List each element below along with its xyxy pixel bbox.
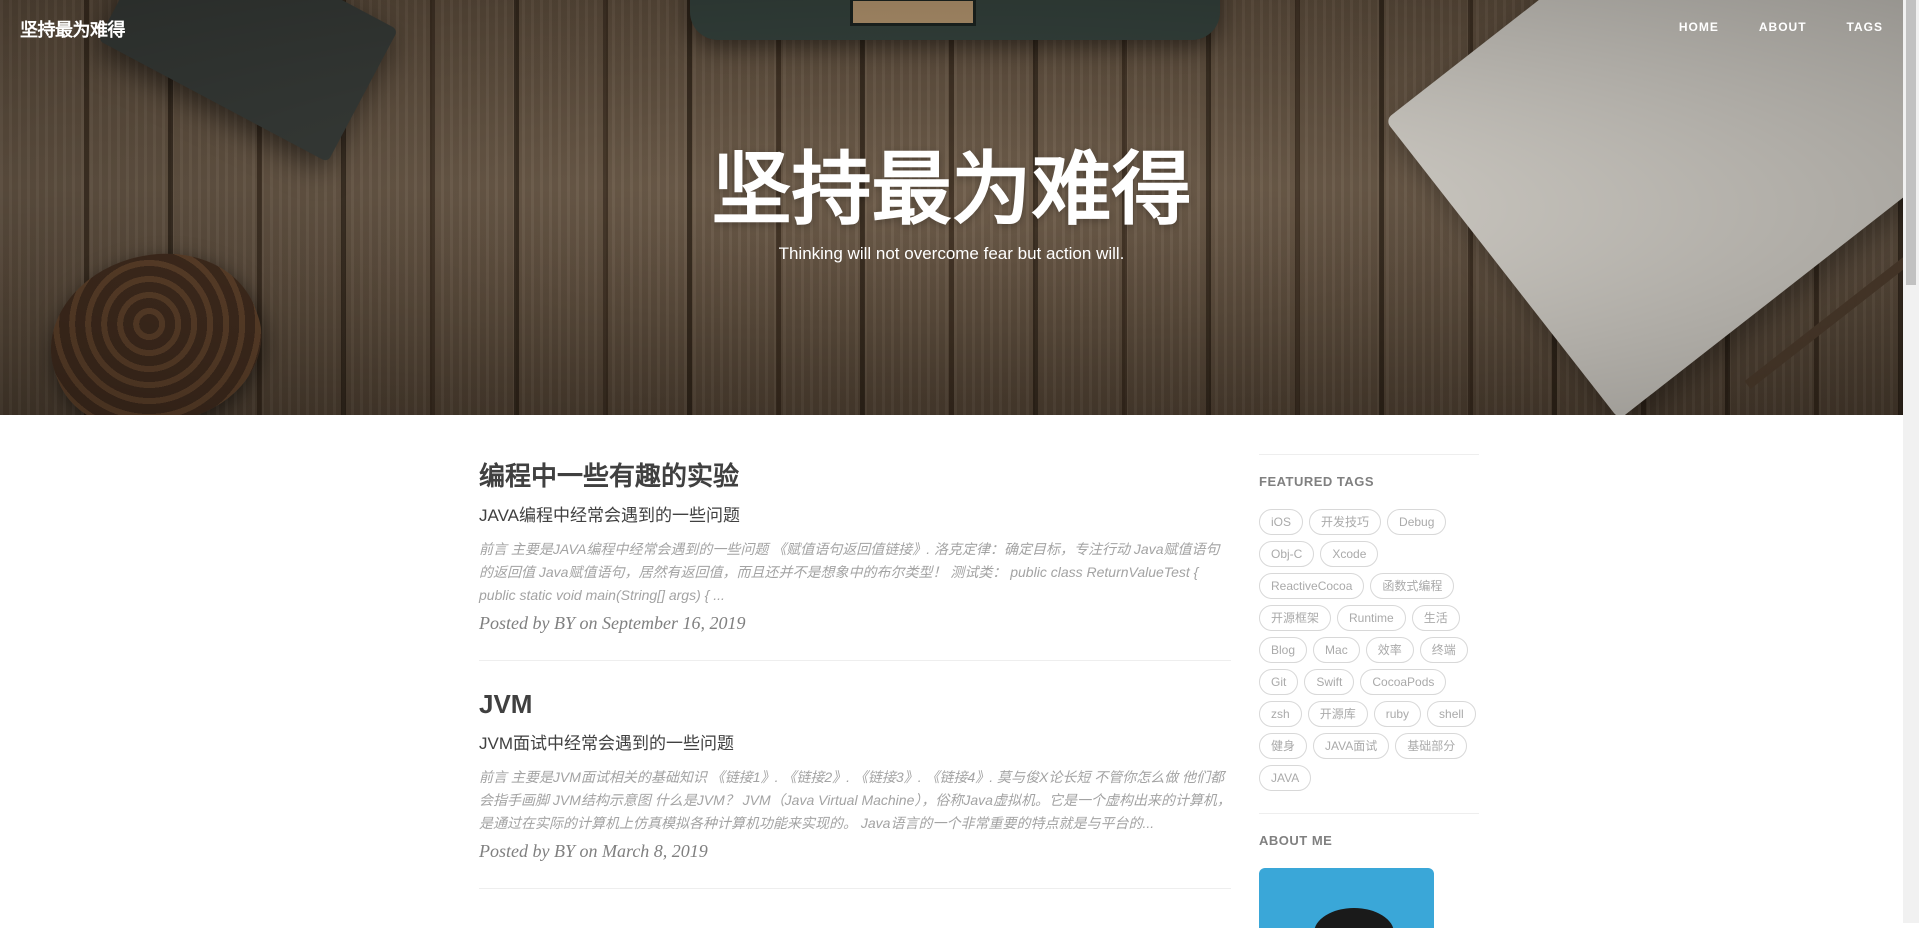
tag-link[interactable]: iOS <box>1259 509 1304 535</box>
tag-link[interactable]: 开源库 <box>1307 701 1368 727</box>
tag-cloud: iOS 开发技巧 Debug Obj-C Xcode ReactiveCocoa… <box>1259 509 1479 791</box>
divider <box>1259 454 1479 455</box>
page-scrollbar[interactable] <box>1903 0 1919 923</box>
brand-link[interactable]: 坚持最为难得 <box>20 16 126 42</box>
tag-link[interactable]: 基础部分 <box>1395 733 1468 759</box>
tag-link[interactable]: ruby <box>1373 701 1422 727</box>
tag-link[interactable]: JAVA面试 <box>1313 733 1390 759</box>
tag-link[interactable]: 开发技巧 <box>1309 509 1382 535</box>
tag-link[interactable]: ReactiveCocoa <box>1259 573 1365 599</box>
tag-link[interactable]: Xcode <box>1320 541 1379 567</box>
post-preview[interactable]: 编程中一些有趣的实验 JAVA编程中经常会遇到的一些问题 前言 主要是JAVA编… <box>479 459 1231 661</box>
site-title: 坚持最为难得 <box>711 145 1192 234</box>
tag-link[interactable]: Blog <box>1259 637 1308 663</box>
tag-link[interactable]: 开源框架 <box>1259 605 1332 631</box>
tag-link[interactable]: 终端 <box>1419 637 1468 663</box>
post-excerpt: 前言 主要是JVM面试相关的基础知识 《链接1》. 《链接2》. 《链接3》. … <box>479 769 1231 831</box>
post-meta: Posted by BY on March 8, 2019 <box>479 841 708 861</box>
tag-link[interactable]: 效率 <box>1365 637 1414 663</box>
about-me-heading: ABOUT ME <box>1259 833 1333 848</box>
post-title[interactable]: 编程中一些有趣的实验 <box>479 459 1231 493</box>
tag-link[interactable]: 健身 <box>1259 733 1308 759</box>
site-subtitle: Thinking will not overcome fear but acti… <box>778 244 1125 263</box>
post-meta: Posted by BY on September 16, 2019 <box>479 613 746 633</box>
tag-link[interactable]: shell <box>1427 701 1476 727</box>
post-subtitle[interactable]: JAVA编程中经常会遇到的一些问题 <box>479 501 1231 526</box>
sidebar: FEATURED TAGS iOS 开发技巧 Debug Obj-C Xcode… <box>1259 454 1479 928</box>
scrollbar-thumb[interactable] <box>1906 0 1916 285</box>
nav-about-link[interactable]: ABOUT <box>1759 20 1807 34</box>
post-preview[interactable]: JVM JVM面试中经常会遇到的一些问题 前言 主要是JVM面试相关的基础知识 … <box>479 687 1231 889</box>
tag-link[interactable]: zsh <box>1259 701 1302 727</box>
tag-link[interactable]: CocoaPods <box>1360 669 1447 695</box>
tag-link[interactable]: Swift <box>1304 669 1355 695</box>
post-subtitle[interactable]: JVM面试中经常会遇到的一些问题 <box>479 729 1231 754</box>
tag-link[interactable]: Git <box>1259 669 1299 695</box>
nav-links: HOME ABOUT TAGS <box>1679 20 1883 34</box>
hero-header: 坚持最为难得 HOME ABOUT TAGS 坚持最为难得 Thinking w… <box>0 0 1903 415</box>
tag-link[interactable]: Obj-C <box>1259 541 1315 567</box>
tag-link[interactable]: Debug <box>1387 509 1447 535</box>
nav-home-link[interactable]: HOME <box>1679 20 1719 34</box>
tag-link[interactable]: 函数式编程 <box>1370 573 1455 599</box>
divider <box>1259 813 1479 814</box>
post-title[interactable]: JVM <box>479 687 1231 721</box>
tag-link[interactable]: Mac <box>1313 637 1360 663</box>
navbar: 坚持最为难得 HOME ABOUT TAGS <box>0 0 1903 56</box>
post-excerpt: 前言 主要是JAVA编程中经常会遇到的一些问题 《赋值语句返回值链接》. 洛克定… <box>479 541 1220 603</box>
tag-link[interactable]: JAVA <box>1259 765 1312 791</box>
tag-link[interactable]: 生活 <box>1411 605 1460 631</box>
nav-tags-link[interactable]: TAGS <box>1847 20 1883 34</box>
tag-link[interactable]: Runtime <box>1337 605 1406 631</box>
post-list: 编程中一些有趣的实验 JAVA编程中经常会遇到的一些问题 前言 主要是JAVA编… <box>479 445 1231 915</box>
featured-tags-heading: FEATURED TAGS <box>1259 474 1375 489</box>
avatar <box>1259 868 1434 928</box>
